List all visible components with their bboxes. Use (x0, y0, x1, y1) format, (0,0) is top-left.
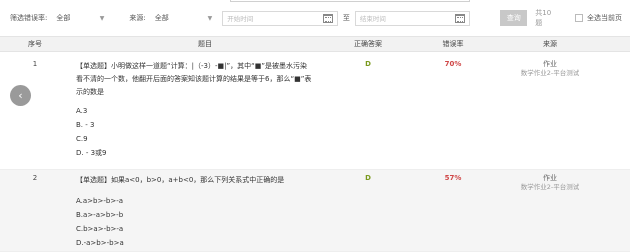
source-filter-label: 来源: (129, 14, 146, 22)
source-select-value: 全部 (154, 14, 169, 22)
option-a: A.3 (76, 107, 88, 115)
table-row[interactable]: 2 【单选题】如果a<0，b>0，a+b<0，那么下列关系式中正确的是 A.a>… (0, 170, 630, 252)
prev-nav-button[interactable]: ‹ (10, 85, 31, 106)
select-all-checkbox[interactable] (575, 14, 583, 22)
filter-bar: 筛选错误率: 全部 ▼ 来源: 全部 ▼ 开始时间 至 结束时间 查询 共10题… (0, 0, 630, 36)
option-c: C.b>a>-b>-a (76, 225, 124, 233)
question-line: 看不清的一个数，他翻开后面的答案知该题计算的结果是等于6，那么“■”表 (76, 75, 312, 83)
question-line: 示的数是 (76, 88, 104, 96)
caret-down-icon: ▼ (99, 14, 105, 22)
source-sub: 数学作业2-平台测试 (520, 69, 580, 77)
source-cell: 作业 数学作业2-平台测试 (470, 60, 630, 78)
option-a: A.a>b>-b>-a (76, 197, 124, 205)
chevron-left-icon: ‹ (18, 89, 23, 102)
correct-answer: D (365, 174, 371, 182)
start-date-placeholder: 开始时间 (227, 15, 254, 23)
query-button[interactable]: 查询 (500, 10, 528, 26)
error-rate-select-value: 全部 (56, 14, 71, 22)
correct-answer: D (365, 60, 371, 68)
source-select[interactable]: 全部 ▼ (150, 10, 218, 26)
question-text: 【单选题】如果a<0，b>0，a+b<0，那么下列关系式中正确的是 A.a>b>… (76, 174, 338, 250)
caret-down-icon: ▼ (207, 14, 213, 22)
question-text: 【单选题】小明做这样一道题“计算：|（-3）-■|”，其中“■”是被墨水污染 看… (76, 60, 338, 160)
row-seq: 2 (32, 174, 38, 182)
source-main: 作业 (543, 174, 557, 182)
table-row[interactable]: 1 【单选题】小明做这样一道题“计算：|（-3）-■|”，其中“■”是被墨水污染… (0, 52, 630, 170)
calendar-icon[interactable] (455, 13, 466, 23)
header-seq: 序号 (28, 40, 42, 48)
question-options: A.3 B. - 3 C.9 D. - 3或9 (76, 104, 338, 160)
source-sub: 数学作业2-平台测试 (520, 183, 580, 191)
question-line: 【单选题】小明做这样一道题“计算：|（-3）-■|”，其中“■”是被墨水污染 (76, 62, 307, 70)
option-d: D. - 3或9 (76, 149, 107, 157)
question-line: 【单选题】如果a<0，b>0，a+b<0，那么下列关系式中正确的是 (76, 176, 285, 184)
end-date-placeholder: 结束时间 (359, 15, 386, 23)
end-date-input[interactable]: 结束时间 (354, 10, 471, 26)
question-options: A.a>b>-b>-a B.a>-a>b>-b C.b>a>-b>-a D.-a… (76, 194, 338, 250)
error-rate-filter-label: 筛选错误率: (10, 14, 48, 22)
error-rate-select[interactable]: 全部 ▼ (51, 10, 109, 26)
date-range-separator: 至 (342, 14, 350, 22)
header-source: 来源 (543, 40, 557, 48)
source-cell: 作业 数学作业2-平台测试 (470, 174, 630, 192)
select-all-label: 全选当前页 (587, 14, 622, 22)
row-seq: 1 (32, 60, 38, 68)
option-d: D.-a>b>-b>a (76, 239, 124, 247)
calendar-icon[interactable] (322, 13, 333, 23)
header-question: 题目 (198, 40, 212, 48)
option-b: B. - 3 (76, 121, 95, 129)
start-date-input[interactable]: 开始时间 (222, 10, 338, 26)
option-b: B.a>-a>b>-b (76, 211, 124, 219)
table-header: 序号 题目 正确答案 错误率 来源 (0, 36, 630, 52)
option-c: C.9 (76, 135, 88, 143)
question-count: 共10题 (535, 9, 552, 27)
header-correct-answer: 正确答案 (354, 40, 382, 48)
source-main: 作业 (543, 60, 557, 68)
